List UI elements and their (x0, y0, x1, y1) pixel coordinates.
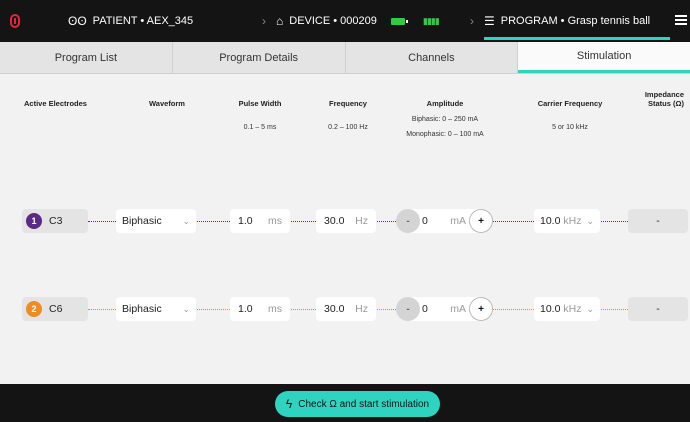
electrode-label: C6 (49, 303, 63, 315)
patient-icon: ʘʘ (68, 14, 87, 28)
tab-stimulation[interactable]: Stimulation (518, 42, 690, 73)
header-carrier-frequency: Carrier Frequency (537, 99, 603, 108)
channel-number-badge: 1 (26, 213, 42, 229)
impedance-status: - (628, 297, 688, 321)
frequency-input[interactable]: 30.0 Hz (316, 297, 376, 321)
pulse-width-value: 1.0 (238, 303, 253, 315)
battery-icon (390, 17, 408, 25)
header-frequency: Frequency (329, 99, 367, 108)
chevron-down-icon: ⌄ (182, 215, 190, 226)
waveform-value: Biphasic (122, 215, 162, 227)
waveform-value: Biphasic (122, 303, 162, 315)
header-impedance: Impedance Status (Ω) (644, 90, 684, 108)
waveform-select[interactable]: Biphasic ⌄ (116, 209, 196, 233)
frequency-input[interactable]: 30.0 Hz (316, 209, 376, 233)
signal-icon: ▮▮▮▮ (422, 15, 440, 26)
frequency-value: 30.0 (324, 303, 345, 315)
impedance-status: - (628, 209, 688, 233)
header-amplitude: Amplitude (426, 99, 464, 108)
program-active-underline (484, 37, 670, 40)
carrier-frequency-select[interactable]: 10.0 kHz ⌄ (534, 209, 600, 233)
waveform-select[interactable]: Biphasic ⌄ (116, 297, 196, 321)
tab-program-list[interactable]: Program List (0, 42, 173, 73)
frequency-unit: Hz (355, 215, 368, 227)
range-pulse-width: 0.1 – 5 ms (243, 124, 277, 131)
amplitude-decrease-button[interactable]: - (396, 297, 420, 321)
lightning-icon: ϟ (285, 397, 293, 411)
amplitude-increase-button[interactable]: + (469, 297, 493, 321)
header-waveform: Waveform (149, 99, 185, 108)
chevron-down-icon: ⌄ (182, 303, 190, 314)
pulse-width-value: 1.0 (238, 215, 253, 227)
range-amplitude-biphasic: Biphasic: 0 – 250 mA (411, 116, 479, 123)
chevron-down-icon: ⌄ (586, 303, 594, 314)
carrier-frequency-select[interactable]: 10.0 kHz ⌄ (534, 297, 600, 321)
electrode-label: C3 (49, 215, 63, 227)
range-amplitude-monophasic: Monophasic: 0 – 100 mA (406, 131, 484, 138)
patient-indicator[interactable]: ʘʘ PATIENT • AEX_345 (68, 0, 193, 42)
header-active-electrodes: Active Electrodes (24, 99, 87, 108)
top-bar: ʘʘ PATIENT • AEX_345 › ⌂ DEVICE • 000209… (0, 0, 690, 42)
pulse-width-input[interactable]: 1.0 ms (230, 209, 290, 233)
range-frequency: 0.2 – 100 Hz (328, 124, 368, 131)
carrier-unit: kHz (563, 303, 582, 315)
program-label: PROGRAM • Grasp tennis ball (500, 15, 651, 27)
carrier-value: 10.0 (540, 303, 561, 315)
menu-icon[interactable] (675, 15, 687, 25)
patient-label: PATIENT • AEX_345 (92, 15, 194, 27)
amplitude-value: 0 (422, 303, 428, 315)
device-icon: ⌂ (276, 14, 284, 28)
pulse-width-unit: ms (268, 215, 282, 227)
pulse-width-unit: ms (268, 303, 282, 315)
tab-channels[interactable]: Channels (346, 42, 519, 73)
bottom-bar: ϟ Check Ω and start stimulation (0, 384, 690, 422)
frequency-unit: Hz (355, 303, 368, 315)
app-logo-icon (10, 14, 20, 28)
amplitude-unit: mA (450, 303, 466, 315)
chevron-right-icon: › (470, 14, 474, 28)
amplitude-value: 0 (422, 215, 428, 227)
start-stimulation-label: Check Ω and start stimulation (298, 398, 430, 410)
chevron-right-icon: › (262, 14, 266, 28)
program-indicator[interactable]: › ☰ PROGRAM • Grasp tennis ball (470, 0, 650, 42)
device-label: DEVICE • 000209 (289, 15, 377, 27)
chevron-down-icon: ⌄ (586, 215, 594, 226)
amplitude-unit: mA (450, 215, 466, 227)
program-icon: ☰ (484, 14, 495, 28)
start-stimulation-button[interactable]: ϟ Check Ω and start stimulation (275, 391, 440, 417)
channel-number-badge: 2 (26, 301, 42, 317)
pulse-width-input[interactable]: 1.0 ms (230, 297, 290, 321)
range-carrier-frequency: 5 or 10 kHz (552, 124, 588, 131)
header-pulse-width: Pulse Width (238, 99, 282, 108)
electrode-chip: 2 C6 (22, 297, 88, 321)
carrier-value: 10.0 (540, 215, 561, 227)
frequency-value: 30.0 (324, 215, 345, 227)
carrier-unit: kHz (563, 215, 582, 227)
amplitude-decrease-button[interactable]: - (396, 209, 420, 233)
amplitude-increase-button[interactable]: + (469, 209, 493, 233)
device-indicator[interactable]: › ⌂ DEVICE • 000209 ▮▮▮▮ (262, 0, 440, 42)
tab-bar: Program List Program Details Channels St… (0, 42, 690, 74)
tab-program-details[interactable]: Program Details (173, 42, 346, 73)
electrode-chip: 1 C3 (22, 209, 88, 233)
